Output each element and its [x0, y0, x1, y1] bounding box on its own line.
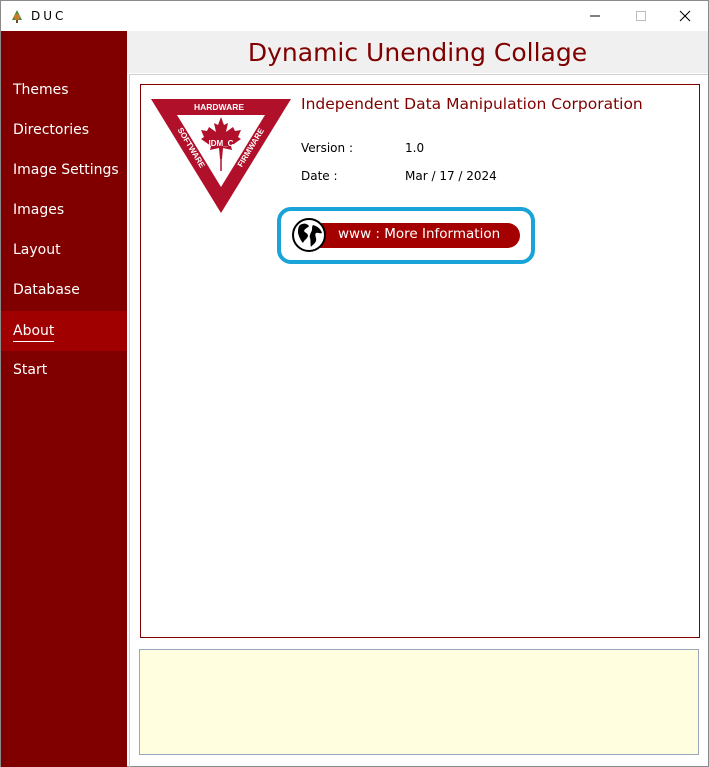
- close-icon: [679, 10, 691, 22]
- status-box: [139, 649, 699, 755]
- sidebar-item-label: Directories: [13, 122, 90, 138]
- date-value: Mar / 17 / 2024: [405, 169, 497, 183]
- company-logo: HARDWARE IDM_C SOFTWARE FIRMWARE: [151, 99, 291, 213]
- sidebar-item-image-settings[interactable]: Image Settings: [1, 150, 127, 190]
- sidebar-item-label: Start: [13, 362, 48, 378]
- minimize-icon: [590, 15, 600, 17]
- date-label: Date :: [301, 169, 338, 183]
- version-value: 1.0: [405, 141, 425, 155]
- sidebar-item-start[interactable]: Start: [1, 350, 127, 390]
- app-icon: [12, 10, 22, 23]
- sidebar-item-layout[interactable]: Layout: [1, 230, 127, 270]
- sidebar-item-images[interactable]: Images: [1, 190, 127, 230]
- sidebar-item-label: About: [13, 323, 55, 342]
- logo-center-text: IDM_C: [209, 139, 234, 148]
- sidebar-item-label: Images: [13, 202, 65, 218]
- sidebar-item-label: Image Settings: [13, 162, 119, 178]
- page-title: Dynamic Unending Collage: [247, 37, 588, 67]
- close-button[interactable]: [662, 1, 708, 31]
- more-information-label[interactable]: www : More Information: [338, 226, 500, 242]
- company-name: Independent Data Manipulation Corporatio…: [301, 95, 643, 113]
- sidebar-item-directories[interactable]: Directories: [1, 110, 127, 150]
- sidebar-item-label: Themes: [13, 82, 69, 98]
- version-label: Version :: [301, 141, 353, 155]
- sidebar-item-label: Layout: [13, 242, 61, 258]
- sidebar: Themes Directories Image Settings Images…: [1, 31, 127, 767]
- about-panel: HARDWARE IDM_C SOFTWARE FIRMWARE Indepen…: [140, 84, 700, 638]
- app-window: DUC Themes Directories Image Settings Im…: [0, 0, 709, 767]
- sidebar-item-themes[interactable]: Themes: [1, 70, 127, 110]
- maximize-icon: [636, 11, 646, 21]
- minimize-button[interactable]: [572, 1, 618, 31]
- page-header: Dynamic Unending Collage: [127, 31, 708, 73]
- title-bar[interactable]: DUC: [1, 1, 708, 31]
- sidebar-item-label: Database: [13, 282, 80, 298]
- globe-icon: [292, 218, 326, 252]
- logo-top-text: HARDWARE: [194, 102, 244, 112]
- sidebar-item-database[interactable]: Database: [1, 270, 127, 310]
- window-title: DUC: [31, 9, 67, 23]
- maximize-button[interactable]: [618, 1, 664, 31]
- sidebar-item-about[interactable]: About: [1, 311, 127, 351]
